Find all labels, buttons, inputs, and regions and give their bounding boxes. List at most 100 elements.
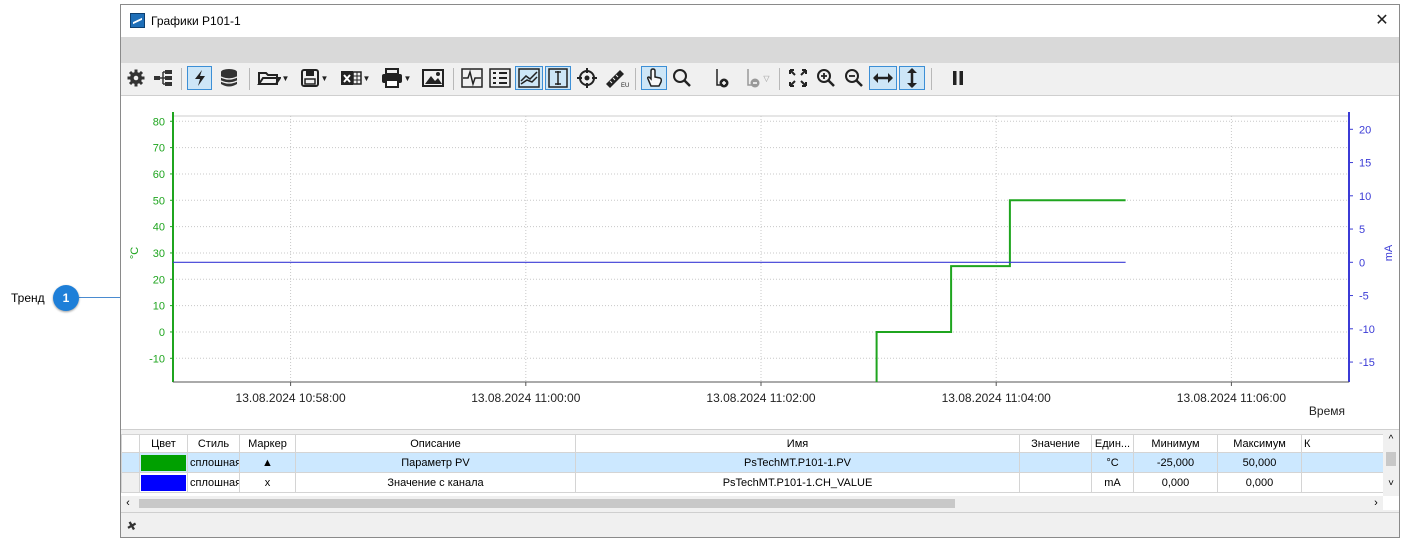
column-header-color[interactable]: Цвет <box>139 434 188 453</box>
trend-icon[interactable] <box>515 66 543 90</box>
y-left-axis-label: °C <box>129 247 141 259</box>
charts-window: Графики P101-1 ✕ ▼ ▼ ▼ ▼ EU ▽ 80 70 60 5… <box>120 4 1400 538</box>
min-cell[interactable]: 0,000 <box>1133 472 1218 493</box>
table-row[interactable]: сплошная ▲ Параметр PV PsTechMT.P101-1.P… <box>121 452 1384 473</box>
add-marker-icon[interactable] <box>711 66 733 90</box>
zoom-in-icon[interactable] <box>813 66 839 90</box>
marker-cell[interactable]: ▲ <box>239 452 296 473</box>
open-folder-icon[interactable]: ▼ <box>255 66 291 90</box>
row-header[interactable] <box>121 472 140 493</box>
row-header-corner <box>121 434 140 453</box>
vertical-scale-icon[interactable] <box>899 66 925 90</box>
name-cell[interactable]: PsTechMT.P101-1.PV <box>575 452 1020 473</box>
lightning-icon[interactable] <box>187 66 212 90</box>
x-tick-label: 13.08.2024 10:58:00 <box>236 391 346 405</box>
legend-icon[interactable] <box>487 66 513 90</box>
y-right-tick-label: 15 <box>1359 158 1371 170</box>
image-icon[interactable] <box>419 66 447 90</box>
y-left-tick-label: -10 <box>149 353 165 365</box>
database-icon[interactable] <box>217 66 241 90</box>
horizontal-scroll-thumb[interactable] <box>139 499 955 508</box>
column-header-value[interactable]: Значение <box>1019 434 1092 453</box>
value-cell[interactable] <box>1019 472 1092 493</box>
table-header-row: Цвет Стиль Маркер Описание Имя Значение … <box>121 434 1384 453</box>
pulse-icon[interactable] <box>459 66 485 90</box>
color-cell[interactable] <box>139 452 188 473</box>
title-bar: Графики P101-1 ✕ <box>121 5 1399 37</box>
toolbar: ▼ ▼ ▼ ▼ EU ▽ <box>121 63 1399 96</box>
description-cell[interactable]: Значение с канала <box>295 472 576 493</box>
column-header-min[interactable]: Минимум <box>1133 434 1218 453</box>
vertical-scroll-thumb[interactable] <box>1386 452 1396 466</box>
hand-pointer-icon[interactable] <box>641 66 667 90</box>
scroll-up-icon[interactable]: ^ <box>1383 434 1399 445</box>
value-cell[interactable] <box>1019 452 1092 473</box>
trend-chart-svg: 80706050403020100-1020151050-5-10-1513.0… <box>129 112 1395 418</box>
crosshair-icon[interactable] <box>575 66 599 90</box>
connection-plug-icon: ✚ <box>124 517 140 535</box>
trend-chart[interactable]: 80 70 60 50 40 30 20 10 0 -10 20 15 10 5 0 -5 -10 -15 13.0… <box>121 96 1399 430</box>
vertical-scrollbar[interactable]: ^ ˅ <box>1383 434 1399 496</box>
magnifier-icon[interactable] <box>669 66 695 90</box>
header-band <box>121 37 1399 63</box>
style-cell[interactable]: сплошная <box>187 452 240 473</box>
y-left-tick-label: 80 <box>153 116 165 128</box>
style-cell[interactable]: сплошная <box>187 472 240 493</box>
close-button[interactable]: ✕ <box>1371 10 1393 32</box>
x-tick-label: 13.08.2024 11:04:00 <box>942 391 1052 405</box>
color-cell[interactable] <box>139 472 188 493</box>
y-right-tick-label: 0 <box>1359 257 1365 269</box>
name-cell[interactable]: PsTechMT.P101-1.CH_VALUE <box>575 472 1020 493</box>
column-header-unit[interactable]: Един... <box>1091 434 1134 453</box>
y-left-tick-label: 40 <box>153 222 165 234</box>
tree-icon[interactable] <box>151 66 175 90</box>
series-grid: Цвет Стиль Маркер Описание Имя Значение … <box>121 434 1384 493</box>
remove-marker-icon[interactable]: ▽ <box>741 66 773 90</box>
pause-icon[interactable] <box>947 66 969 90</box>
zoom-out-icon[interactable] <box>841 66 867 90</box>
k-cell[interactable] <box>1301 472 1384 493</box>
unit-cell[interactable]: mA <box>1091 472 1134 493</box>
horizontal-scale-icon[interactable] <box>869 66 897 90</box>
column-header-style[interactable]: Стиль <box>187 434 240 453</box>
y-left-tick-label: 10 <box>153 301 165 313</box>
y-left-tick-label: 50 <box>153 195 165 207</box>
settings-icon[interactable] <box>125 66 147 90</box>
column-header-k[interactable]: К <box>1301 434 1384 453</box>
color-swatch <box>141 454 186 471</box>
ruler-eu-icon[interactable]: EU <box>603 66 631 90</box>
table-row[interactable]: сплошная x Значение с канала PsTechMT.P1… <box>121 472 1384 493</box>
unit-cell[interactable]: °C <box>1091 452 1134 473</box>
description-cell[interactable]: Параметр PV <box>295 452 576 473</box>
horizontal-scrollbar[interactable]: ‹ › <box>121 496 1383 510</box>
column-header-max[interactable]: Максимум <box>1217 434 1302 453</box>
row-header[interactable] <box>121 452 140 473</box>
save-icon[interactable]: ▼ <box>296 66 332 90</box>
y-right-tick-label: 20 <box>1359 124 1371 136</box>
series-table: Цвет Стиль Маркер Описание Имя Значение … <box>121 434 1399 510</box>
max-cell[interactable]: 50,000 <box>1217 452 1302 473</box>
y-left-tick-label: 60 <box>153 169 165 181</box>
marker-cell[interactable]: x <box>239 472 296 493</box>
column-header-name[interactable]: Имя <box>575 434 1020 453</box>
vertical-cursor-icon[interactable] <box>545 66 571 90</box>
x-axis-label: Время <box>1309 404 1345 418</box>
fit-icon[interactable] <box>785 66 811 90</box>
scroll-left-icon[interactable]: ‹ <box>121 496 135 510</box>
y-left-tick-label: 30 <box>153 248 165 260</box>
excel-icon[interactable]: ▼ <box>337 66 373 90</box>
scroll-right-icon[interactable]: › <box>1369 496 1383 510</box>
column-header-marker[interactable]: Маркер <box>239 434 296 453</box>
print-icon[interactable]: ▼ <box>378 66 414 90</box>
k-cell[interactable] <box>1301 452 1384 473</box>
scroll-down-icon[interactable]: ˅ <box>1383 478 1399 489</box>
y-right-tick-label: 10 <box>1359 191 1371 203</box>
y-right-tick-label: -5 <box>1359 291 1369 303</box>
svg-text:EU: EU <box>621 83 629 88</box>
status-bar: ✚ <box>121 512 1399 537</box>
y-right-tick-label: -15 <box>1359 357 1375 369</box>
column-header-description[interactable]: Описание <box>295 434 576 453</box>
series-line-1 <box>875 199 1126 382</box>
min-cell[interactable]: -25,000 <box>1133 452 1218 473</box>
max-cell[interactable]: 0,000 <box>1217 472 1302 493</box>
